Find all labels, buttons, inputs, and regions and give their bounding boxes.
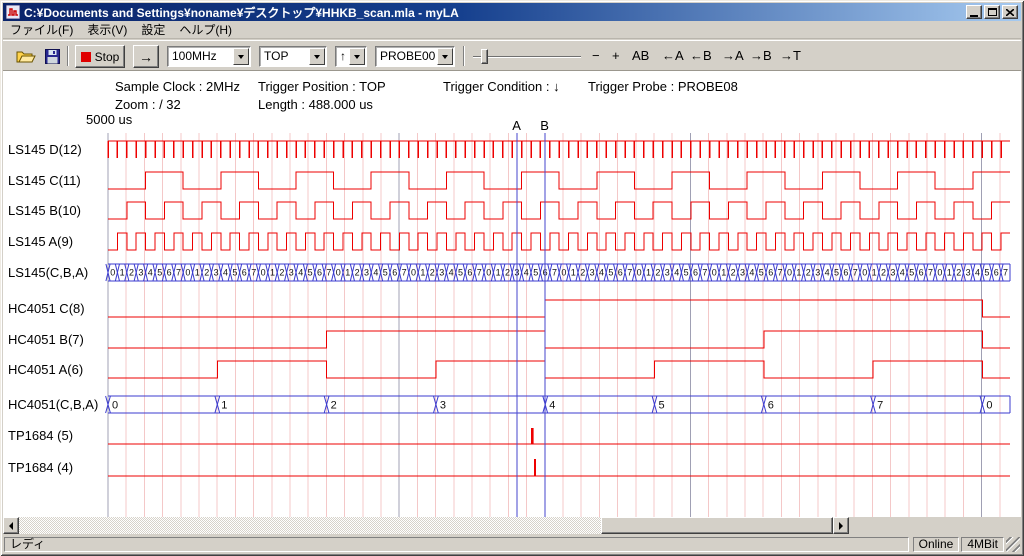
scrollbar-thumb[interactable] [601, 517, 833, 534]
save-file-button[interactable] [41, 46, 63, 66]
time-scale-label: 5000 us [86, 112, 132, 127]
sample-clock-select[interactable]: 100MHz [167, 46, 251, 67]
scroll-right-button[interactable] [833, 517, 849, 534]
ab-button[interactable]: AB [629, 45, 652, 67]
statusbar: レディ Online 4MBit [3, 536, 1021, 553]
status-online-badge: Online [913, 537, 960, 552]
open-folder-icon [16, 49, 36, 64]
channel-label: HC4051 A(6) [8, 362, 83, 377]
marker-b-label[interactable]: B [540, 118, 549, 133]
window-controls [966, 5, 1018, 19]
trigger-position-text: Trigger Position : TOP [258, 79, 386, 94]
trigger-position-value: TOP [264, 47, 288, 66]
maximize-button[interactable] [984, 5, 1000, 19]
horizontal-scrollbar[interactable] [3, 517, 849, 534]
set-marker-a-button[interactable]: →A [719, 45, 747, 67]
app-window: C:¥Documents and Settings¥noname¥デスクトップ¥… [0, 0, 1024, 556]
run-arrow-icon: → [139, 49, 153, 65]
trigger-position-select[interactable]: TOP [259, 46, 327, 67]
sample-clock-text: Sample Clock : 2MHz [115, 79, 240, 94]
toolbar-separator [463, 46, 465, 66]
stop-button[interactable]: Stop [75, 45, 125, 68]
channel-label: HC4051(C,B,A) [8, 397, 98, 412]
arrow-right-icon [839, 522, 843, 530]
floppy-save-icon [45, 49, 60, 64]
zoom-out-button[interactable]: − [589, 45, 603, 67]
stop-icon [81, 52, 91, 62]
channel-label: HC4051 B(7) [8, 332, 84, 347]
menu-settings[interactable]: 設定 [134, 19, 172, 40]
zoom-text: Zoom : / 32 [115, 97, 181, 112]
run-button[interactable]: → [133, 45, 159, 68]
zoom-in-button[interactable]: + [609, 45, 623, 67]
sample-clock-value: 100MHz [172, 47, 217, 66]
trigger-edge-select[interactable]: ↑ [335, 46, 367, 67]
trigger-probe-text: Trigger Probe : PROBE08 [588, 79, 738, 94]
arrow-left-icon [9, 522, 13, 530]
channel-label: HC4051 C(8) [8, 301, 85, 316]
channel-label: LS145 C(11) [8, 173, 81, 188]
zoom-slider[interactable] [473, 49, 581, 65]
status-memory-badge: 4MBit [961, 537, 1004, 552]
trigger-edge-value: ↑ [340, 47, 346, 66]
status-ready: レディ [4, 537, 909, 552]
trigger-condition-text: Trigger Condition : ↓ [443, 79, 560, 94]
scroll-left-button[interactable] [3, 517, 19, 534]
chevron-down-icon[interactable] [233, 48, 249, 65]
minimize-button[interactable] [966, 5, 982, 19]
open-file-button[interactable] [15, 46, 37, 66]
menu-view[interactable]: 表示(V) [80, 19, 134, 40]
goto-marker-b-button[interactable]: ←B [687, 45, 715, 67]
channel-label: LS145 B(10) [8, 203, 81, 218]
goto-trigger-button[interactable]: →T [777, 45, 804, 67]
goto-marker-a-button[interactable]: ←A [659, 45, 687, 67]
channel-label: TP1684 (4) [8, 460, 73, 475]
menubar: ファイル(F) 表示(V) 設定 ヘルプ(H) [3, 21, 1021, 39]
channel-label: LS145 D(12) [8, 142, 82, 157]
trigger-probe-value: PROBE00 [380, 47, 435, 66]
menu-help[interactable]: ヘルプ(H) [172, 19, 239, 40]
maximize-icon [988, 8, 997, 16]
chevron-down-icon[interactable] [309, 48, 325, 65]
close-icon [1006, 9, 1014, 16]
window-title: C:¥Documents and Settings¥noname¥デスクトップ¥… [24, 4, 966, 21]
slider-thumb[interactable] [481, 49, 488, 64]
toolbar: Stop → 100MHz TOP ↑ PROBE00 − + AB ←A [3, 40, 1021, 71]
channel-label: TP1684 (5) [8, 428, 73, 443]
length-text: Length : 488.000 us [258, 97, 373, 112]
resize-grip[interactable] [1006, 537, 1020, 552]
channel-label: LS145(C,B,A) [8, 265, 88, 280]
toolbar-separator [67, 46, 69, 66]
app-icon [6, 5, 20, 19]
close-button[interactable] [1002, 5, 1018, 19]
chevron-down-icon[interactable] [349, 48, 365, 65]
trigger-probe-select[interactable]: PROBE00 [375, 46, 455, 67]
set-marker-b-button[interactable]: →B [747, 45, 775, 67]
channel-label: LS145 A(9) [8, 234, 73, 249]
stop-button-label: Stop [95, 50, 120, 64]
chevron-down-icon[interactable] [437, 48, 453, 65]
client-area [3, 71, 1021, 517]
menu-file[interactable]: ファイル(F) [3, 19, 80, 40]
slider-groove [473, 56, 581, 58]
minimize-icon [970, 15, 978, 17]
marker-a-label[interactable]: A [512, 118, 521, 133]
